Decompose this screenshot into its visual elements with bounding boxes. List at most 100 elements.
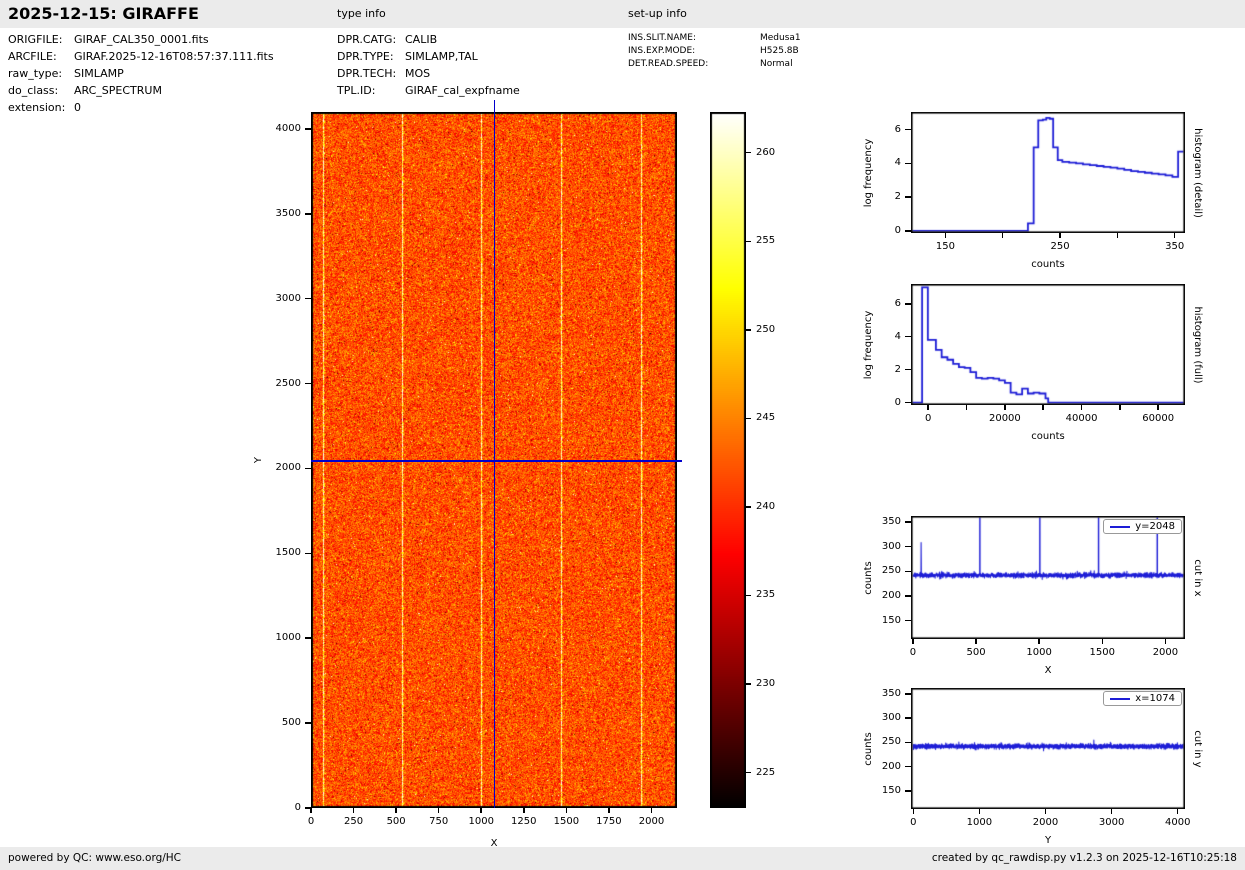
y-tick-mark xyxy=(905,335,911,338)
x-tick-mark xyxy=(565,808,568,813)
footer-left-text: powered by QC: www.eso.org/HC xyxy=(8,852,182,864)
y-tick-mark xyxy=(905,717,911,719)
side-label: cut in x xyxy=(1192,558,1203,597)
x-tick-label: 20000 xyxy=(988,413,1021,424)
colorbar-tick-mark xyxy=(746,329,751,331)
x-tick-label: 1750 xyxy=(596,816,622,827)
x-axis-label: counts xyxy=(1031,259,1065,270)
y-tick-mark xyxy=(905,128,911,131)
colorbar-tick-mark xyxy=(746,240,751,243)
colorbar-tick-label: 260 xyxy=(756,146,776,158)
x-tick-label: 500 xyxy=(386,816,406,827)
colorbar-tick-label: 225 xyxy=(756,766,776,778)
y-tick-mark xyxy=(905,595,911,597)
cut-y-chart: x=1074 0 1000 2000 3000 4000 150 200 250 300 350 Yc… xyxy=(849,674,1235,855)
cut-x-plot-area: y=2048 xyxy=(911,516,1185,639)
y-tick-mark xyxy=(905,765,911,768)
y-tick-label: 3500 xyxy=(275,207,301,219)
y-axis-label: Y xyxy=(253,456,264,464)
x-tick-mark xyxy=(1164,639,1167,644)
x-tick-label: 250 xyxy=(1050,241,1070,252)
colorbar-chart: 225 230 235 240 245 250 255 260 xyxy=(708,110,806,814)
x-axis-label: Y xyxy=(1044,835,1052,846)
x-tick-mark xyxy=(965,405,968,410)
x-tick-label: 60000 xyxy=(1142,413,1175,424)
colorbar-tick-mark xyxy=(746,417,751,420)
y-tick-label: 0 xyxy=(294,802,301,813)
y-tick-label: 500 xyxy=(281,717,301,729)
x-tick-mark xyxy=(1116,233,1119,238)
y-axis-label: log frequency xyxy=(863,310,874,379)
raw-image-chart: 0 250 500 750 1000 1250 1500 1750 2000 0 500 1000 15… xyxy=(249,96,717,856)
y-tick-mark xyxy=(905,196,911,198)
footer-bar: powered by QC: www.eso.org/HC created by… xyxy=(0,847,1245,870)
x-tick-label: 750 xyxy=(429,816,449,827)
x-tick-mark xyxy=(1110,809,1113,814)
cut-y-plot-area: x=1074 xyxy=(911,688,1185,809)
x-tick-label: 1000 xyxy=(468,816,494,827)
colorbar-tick-label: 250 xyxy=(756,323,776,335)
y-tick-mark xyxy=(305,128,311,130)
x-tick-mark xyxy=(608,808,610,813)
x-tick-mark xyxy=(978,809,981,814)
y-tick-mark xyxy=(305,297,311,300)
y-tick-label: 1000 xyxy=(275,632,301,644)
y-tick-mark xyxy=(305,807,311,809)
x-tick-label: 0 xyxy=(307,816,315,827)
legend-label: x=1074 xyxy=(1135,693,1175,704)
cut-x-canvas xyxy=(911,516,1185,639)
x-tick-mark xyxy=(650,808,653,813)
legend-box: x=1074 xyxy=(1103,691,1182,706)
x-tick-mark xyxy=(1001,233,1004,238)
y-tick-mark xyxy=(905,545,911,548)
legend-label: y=2048 xyxy=(1135,521,1175,532)
x-tick-mark xyxy=(912,809,915,814)
y-tick-mark xyxy=(905,521,911,523)
y-tick-mark xyxy=(905,162,911,165)
y-tick-mark xyxy=(905,741,911,744)
x-tick-mark xyxy=(395,808,397,813)
figure-area: 0 250 500 750 1000 1250 1500 1750 2000 0 500 1000 15… xyxy=(0,0,1245,870)
side-label: cut in y xyxy=(1192,729,1203,768)
legend-box: y=2048 xyxy=(1103,519,1182,534)
colorbar-tick-mark xyxy=(746,151,751,154)
x-tick-mark xyxy=(1038,639,1040,644)
y-tick-mark xyxy=(305,552,311,555)
y-tick-mark xyxy=(905,230,911,232)
x-tick-label: 1000 xyxy=(1026,647,1052,658)
y-tick-mark xyxy=(305,213,311,215)
x-tick-mark xyxy=(352,808,355,813)
x-tick-label: 0 xyxy=(910,817,917,828)
x-tick-mark xyxy=(310,808,312,813)
colorbar-tick-label: 245 xyxy=(756,412,776,424)
y-axis-label: counts xyxy=(863,731,874,766)
legend-line-sample xyxy=(1110,525,1131,528)
x-tick-label: 1000 xyxy=(966,817,993,828)
x-tick-label: 2000 xyxy=(638,816,665,827)
crosshair-vertical-line xyxy=(493,100,496,808)
y-tick-label: 1500 xyxy=(275,547,301,559)
x-tick-label: 150 xyxy=(935,241,955,252)
colorbar-canvas xyxy=(710,112,746,808)
x-tick-mark xyxy=(1176,809,1179,814)
y-tick-label: 3000 xyxy=(275,292,301,304)
y-tick-mark xyxy=(905,790,911,792)
hist-full-plot-area xyxy=(911,284,1185,405)
qc-report-page: 2025-12-15: GIRAFFE type info set-up inf… xyxy=(0,0,1245,870)
colorbar-tick-label: 230 xyxy=(756,678,776,690)
y-tick-mark xyxy=(905,401,911,404)
x-tick-label: 0 xyxy=(925,413,932,424)
hist-detail-plot-area xyxy=(911,112,1185,233)
x-tick-mark xyxy=(1173,233,1176,238)
x-tick-mark xyxy=(1157,405,1159,410)
x-tick-mark xyxy=(1080,405,1083,410)
y-tick-mark xyxy=(905,368,911,371)
y-tick-label: 4000 xyxy=(275,122,301,134)
colorbar-tick-label: 240 xyxy=(756,500,776,512)
y-axis-label: log frequency xyxy=(863,138,874,207)
x-tick-label: 40000 xyxy=(1065,413,1098,424)
side-label: histogram (detail) xyxy=(1192,127,1203,218)
colorbar-tick-mark xyxy=(746,683,751,685)
y-tick-mark xyxy=(905,303,911,305)
x-tick-mark xyxy=(523,808,525,813)
